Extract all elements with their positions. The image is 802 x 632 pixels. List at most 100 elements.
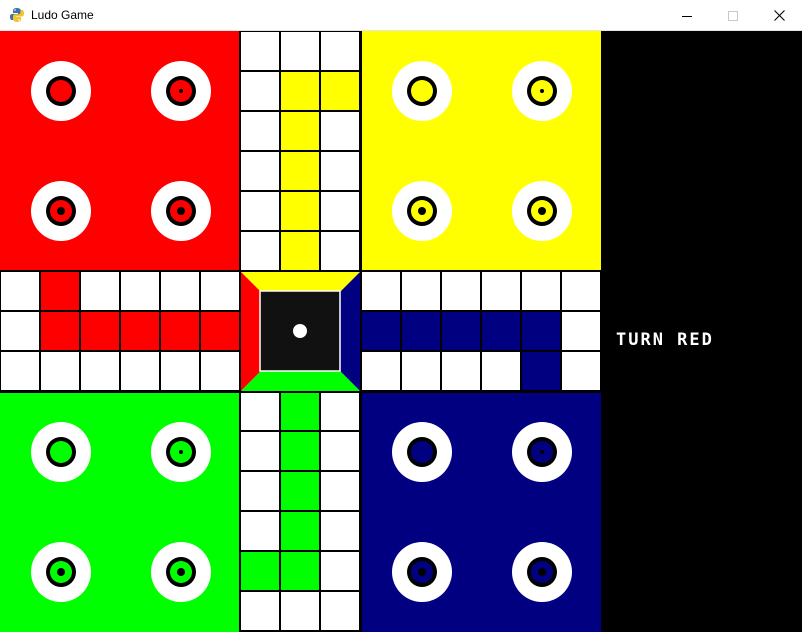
track-cell[interactable] bbox=[159, 350, 201, 392]
track-cell[interactable] bbox=[239, 190, 281, 232]
track-cell[interactable] bbox=[239, 110, 281, 152]
track-cell[interactable] bbox=[319, 110, 361, 152]
track-cell[interactable] bbox=[239, 590, 281, 632]
track-cell[interactable] bbox=[39, 350, 81, 392]
track-cell[interactable] bbox=[119, 310, 161, 352]
track-cell[interactable] bbox=[319, 230, 361, 272]
token-center-dot bbox=[57, 207, 65, 215]
track-cell[interactable] bbox=[39, 310, 81, 352]
track-cell[interactable] bbox=[239, 510, 281, 552]
track-cell[interactable] bbox=[239, 390, 281, 432]
minimize-button[interactable] bbox=[664, 0, 710, 31]
track-cell[interactable] bbox=[360, 310, 402, 352]
token-red-fill bbox=[50, 80, 72, 102]
title-bar: Ludo Game bbox=[0, 0, 802, 31]
track-cell[interactable] bbox=[480, 350, 522, 392]
token-center-dot bbox=[179, 450, 183, 454]
token-center-dot bbox=[57, 568, 65, 576]
track-cell[interactable] bbox=[0, 350, 41, 392]
home-red bbox=[0, 31, 240, 271]
track-cell[interactable] bbox=[520, 310, 562, 352]
track-cell[interactable] bbox=[480, 270, 522, 312]
track-cell[interactable] bbox=[279, 230, 321, 272]
track-cell[interactable] bbox=[279, 70, 321, 112]
turn-indicator: TURN RED bbox=[616, 330, 714, 350]
track-cell[interactable] bbox=[279, 550, 321, 592]
track-cell[interactable] bbox=[239, 150, 281, 192]
window-title: Ludo Game bbox=[31, 8, 94, 22]
track-cell[interactable] bbox=[279, 31, 321, 72]
token-center-dot bbox=[177, 207, 185, 215]
track-cell[interactable] bbox=[480, 310, 522, 352]
close-icon bbox=[773, 10, 785, 21]
track-cell[interactable] bbox=[440, 270, 482, 312]
track-cell[interactable] bbox=[0, 270, 41, 312]
track-cell[interactable] bbox=[39, 270, 81, 312]
home-yellow bbox=[361, 31, 601, 271]
track-cell[interactable] bbox=[239, 230, 281, 272]
track-cell[interactable] bbox=[319, 510, 361, 552]
token-green-fill bbox=[50, 441, 72, 463]
close-button[interactable] bbox=[756, 0, 802, 31]
home-green bbox=[0, 392, 240, 632]
track-cell[interactable] bbox=[79, 270, 121, 312]
track-cell[interactable] bbox=[279, 110, 321, 152]
track-cell[interactable] bbox=[319, 390, 361, 432]
track-cell[interactable] bbox=[279, 430, 321, 472]
track-cell[interactable] bbox=[279, 150, 321, 192]
track-cell[interactable] bbox=[239, 31, 281, 72]
track-cell[interactable] bbox=[520, 270, 562, 312]
track-cell[interactable] bbox=[400, 270, 442, 312]
track-cell[interactable] bbox=[0, 310, 41, 352]
track-cell[interactable] bbox=[159, 310, 201, 352]
track-cell[interactable] bbox=[239, 550, 281, 592]
track-cell[interactable] bbox=[560, 270, 602, 312]
track-cell[interactable] bbox=[239, 470, 281, 512]
track-cell[interactable] bbox=[279, 510, 321, 552]
track-cell[interactable] bbox=[319, 590, 361, 632]
track-cell[interactable] bbox=[440, 310, 482, 352]
track-cell[interactable] bbox=[360, 270, 402, 312]
track-cell[interactable] bbox=[199, 310, 241, 352]
track-cell[interactable] bbox=[520, 350, 562, 392]
track-cell[interactable] bbox=[400, 310, 442, 352]
token-yellow-fill bbox=[411, 80, 433, 102]
home-blue bbox=[361, 392, 601, 632]
minimize-icon bbox=[682, 15, 692, 17]
maximize-button bbox=[710, 0, 756, 31]
track-cell[interactable] bbox=[319, 430, 361, 472]
token-blue-fill bbox=[411, 441, 433, 463]
track-cell[interactable] bbox=[319, 470, 361, 512]
token-center-dot bbox=[179, 89, 183, 93]
track-cell[interactable] bbox=[279, 190, 321, 232]
track-cell[interactable] bbox=[119, 350, 161, 392]
track-cell[interactable] bbox=[400, 350, 442, 392]
token-center-dot bbox=[538, 568, 546, 576]
track-cell[interactable] bbox=[79, 310, 121, 352]
track-cell[interactable] bbox=[79, 350, 121, 392]
track-cell[interactable] bbox=[440, 350, 482, 392]
track-cell[interactable] bbox=[199, 270, 241, 312]
track-cell[interactable] bbox=[319, 150, 361, 192]
track-cell[interactable] bbox=[119, 270, 161, 312]
track-cell[interactable] bbox=[239, 70, 281, 112]
track-cell[interactable] bbox=[560, 350, 602, 392]
track-cell[interactable] bbox=[159, 270, 201, 312]
track-cell[interactable] bbox=[560, 310, 602, 352]
track-cell[interactable] bbox=[279, 470, 321, 512]
token-center-dot bbox=[540, 89, 544, 93]
dice-pip bbox=[293, 324, 307, 338]
track-cell[interactable] bbox=[279, 590, 321, 632]
token-center-dot bbox=[538, 207, 546, 215]
track-cell[interactable] bbox=[319, 70, 361, 112]
track-cell[interactable] bbox=[279, 390, 321, 432]
token-center-dot bbox=[418, 568, 426, 576]
track-cell[interactable] bbox=[319, 31, 361, 72]
python-icon bbox=[10, 8, 24, 22]
maximize-icon bbox=[728, 10, 738, 21]
track-cell[interactable] bbox=[319, 190, 361, 232]
track-cell[interactable] bbox=[319, 550, 361, 592]
track-cell[interactable] bbox=[360, 350, 402, 392]
track-cell[interactable] bbox=[199, 350, 241, 392]
track-cell[interactable] bbox=[239, 430, 281, 472]
